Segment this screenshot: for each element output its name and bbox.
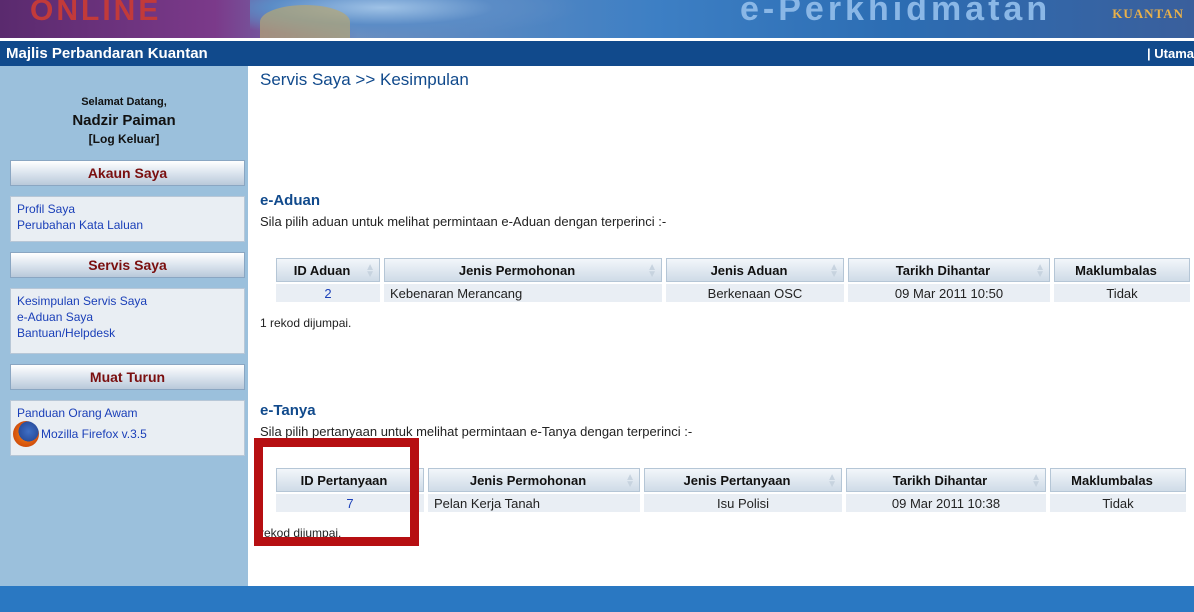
- section-header-muat-turun: Muat Turun: [10, 364, 245, 390]
- table-cell: Kebenaran Merancang: [384, 284, 662, 302]
- link-panduan-orang-awam[interactable]: Panduan Orang Awam: [17, 405, 238, 421]
- sort-icon[interactable]: ▲ ▼: [647, 263, 657, 280]
- column-header[interactable]: Jenis Permohonan ▲ ▼: [384, 258, 662, 282]
- banner-dome: [260, 5, 350, 38]
- table-row[interactable]: 2 Kebenaran Merancang Berkenaan OSC 09 M…: [276, 284, 1190, 302]
- link-bantuan-helpdesk[interactable]: Bantuan/Helpdesk: [17, 325, 238, 341]
- table-cell: 09 Mar 2011 10:38: [846, 494, 1046, 512]
- section-akaun-saya: Profil Saya Perubahan Kata Laluan: [10, 196, 245, 242]
- sort-icon[interactable]: ▲ ▼: [829, 263, 839, 280]
- aduan-id-link[interactable]: 2: [276, 284, 380, 302]
- banner-city-name: KUANTAN: [1112, 6, 1184, 21]
- main-content: Servis Saya >> Kesimpulan e-Aduan Sila p…: [260, 70, 1194, 540]
- aduan-record-count: 1 rekod dijumpai.: [260, 316, 352, 330]
- sort-icon[interactable]: ▲ ▼: [827, 473, 837, 490]
- section-muat-turun: Panduan Orang Awam Mozilla Firefox v.3.5: [10, 400, 245, 456]
- link-e-aduan-saya[interactable]: e-Aduan Saya: [17, 309, 238, 325]
- firefox-download-row: Mozilla Firefox v.3.5: [13, 421, 238, 447]
- section-title-e-tanya: e-Tanya: [260, 402, 316, 419]
- nav-utama-link[interactable]: | Utama: [1147, 46, 1194, 61]
- highlight-annotation-box: [254, 438, 419, 546]
- section-desc-e-tanya: Sila pilih pertanyaan untuk melihat perm…: [260, 424, 693, 439]
- table-cell: Tidak: [1054, 284, 1190, 302]
- column-header[interactable]: Jenis Permohonan ▲ ▼: [428, 468, 640, 492]
- link-kesimpulan-servis[interactable]: Kesimpulan Servis Saya: [17, 293, 238, 309]
- column-header[interactable]: Jenis Pertanyaan ▲ ▼: [644, 468, 842, 492]
- section-title-e-aduan: e-Aduan: [260, 192, 320, 209]
- column-header[interactable]: Maklumbalas: [1050, 468, 1186, 492]
- sort-icon[interactable]: ▲ ▼: [1035, 263, 1045, 280]
- column-header[interactable]: Jenis Aduan ▲ ▼: [666, 258, 844, 282]
- aduan-table: ID Aduan ▲ ▼ Jenis Permohonan ▲ ▼ Jenis Adua…: [272, 256, 1194, 304]
- banner-logo-left: ONLINE: [30, 0, 162, 27]
- footer-bar: [0, 586, 1194, 612]
- title-bar: Majlis Perbandaran Kuantan | Utama: [0, 41, 1194, 66]
- sort-icon[interactable]: ▲ ▼: [625, 473, 635, 490]
- table-cell: Pelan Kerja Tanah: [428, 494, 640, 512]
- link-profil-saya[interactable]: Profil Saya: [17, 201, 238, 217]
- welcome-block: Selamat Datang, Nadzir Paiman [Log Kelua…: [0, 96, 248, 146]
- table-cell: Tidak: [1050, 494, 1186, 512]
- sidebar: Selamat Datang, Nadzir Paiman [Log Kelua…: [0, 66, 248, 586]
- logout-link[interactable]: [Log Keluar]: [0, 132, 248, 146]
- breadcrumb: Servis Saya >> Kesimpulan: [260, 70, 469, 89]
- link-perubahan-kata-laluan[interactable]: Perubahan Kata Laluan: [17, 217, 238, 233]
- column-header[interactable]: Tarikh Dihantar ▲ ▼: [846, 468, 1046, 492]
- user-name: Nadzir Paiman: [72, 112, 176, 129]
- top-banner: ONLINE e-Perkhidmatan KUANTAN: [0, 0, 1194, 38]
- table-cell: Berkenaan OSC: [666, 284, 844, 302]
- section-desc-e-aduan: Sila pilih aduan untuk melihat permintaa…: [260, 214, 667, 229]
- site-title: Majlis Perbandaran Kuantan: [6, 45, 208, 62]
- sort-icon[interactable]: ▲ ▼: [365, 263, 375, 280]
- welcome-label: Selamat Datang,: [81, 96, 167, 108]
- table-cell: Isu Polisi: [644, 494, 842, 512]
- section-header-servis-saya: Servis Saya: [10, 252, 245, 278]
- column-header[interactable]: Tarikh Dihantar ▲ ▼: [848, 258, 1050, 282]
- firefox-icon[interactable]: [13, 421, 39, 447]
- link-mozilla-firefox[interactable]: Mozilla Firefox v.3.5: [41, 426, 147, 442]
- banner-logo-right: e-Perkhidmatan: [740, 0, 1052, 28]
- section-header-akaun-saya: Akaun Saya: [10, 160, 245, 186]
- sort-icon[interactable]: ▲ ▼: [1031, 473, 1041, 490]
- section-servis-saya: Kesimpulan Servis Saya e-Aduan Saya Bant…: [10, 288, 245, 354]
- column-header[interactable]: ID Aduan ▲ ▼: [276, 258, 380, 282]
- table-cell: 09 Mar 2011 10:50: [848, 284, 1050, 302]
- column-header[interactable]: Maklumbalas: [1054, 258, 1190, 282]
